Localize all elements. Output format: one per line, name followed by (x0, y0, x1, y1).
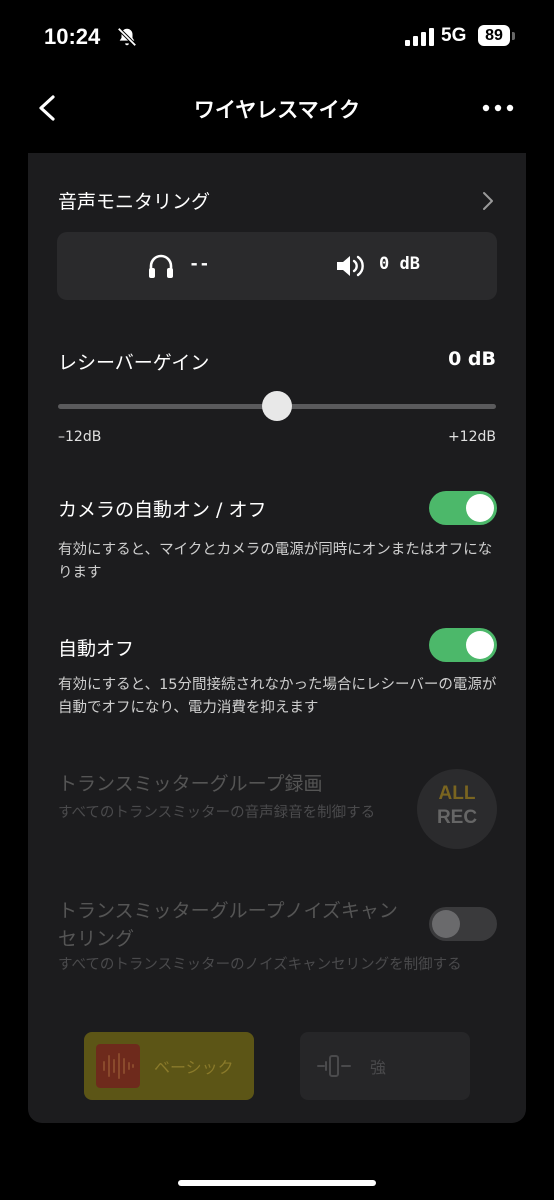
status-time: 10:24 (44, 24, 101, 49)
waveform-icon (96, 1044, 140, 1088)
all-rec-line2: REC (436, 807, 478, 828)
noise-cancel-icon (317, 1055, 351, 1077)
group-noise-description: すべてのトランスミッターのノイズキャンセリングを制御する (58, 957, 462, 973)
headphone-level: -- (189, 254, 210, 274)
monitoring-label[interactable]: 音声モニタリング (58, 187, 210, 214)
battery-icon: 89 (478, 25, 510, 46)
camera-auto-description: 有効にすると、マイクとカメラの電源が同時にオンまたはオフになります (58, 542, 493, 581)
chevron-right-icon[interactable] (482, 191, 494, 211)
speaker-icon (337, 255, 364, 277)
noise-mode-strong-label: 強 (370, 1058, 387, 1077)
noise-mode-basic-button[interactable]: ベーシック (84, 1032, 254, 1100)
group-record-description: すべてのトランスミッターの音声録音を制御する (58, 805, 376, 821)
noise-mode-basic-label: ベーシック (154, 1058, 234, 1077)
gain-value: 0 dB (448, 348, 496, 370)
all-rec-button[interactable]: ALL REC (417, 769, 497, 849)
speaker-level: 0 dB (379, 254, 420, 274)
status-bar: 10:24 5G 89 (0, 0, 554, 70)
headphones-icon (149, 254, 173, 278)
all-rec-line1: ALL (438, 783, 476, 804)
monitoring-panel: -- 0 dB (57, 232, 497, 300)
group-noise-toggle[interactable] (429, 907, 497, 941)
gain-label: レシーバーゲイン (58, 352, 210, 374)
auto-off-label: 自動オフ (58, 638, 135, 660)
cellular-signal-icon (405, 28, 434, 46)
toggle-knob (466, 494, 494, 522)
more-horizontal-icon[interactable] (482, 104, 514, 112)
battery-tip (512, 32, 515, 40)
toggle-knob (466, 631, 494, 659)
gain-min-label: –12dB (58, 429, 102, 445)
noise-mode-strong-button[interactable]: 強 (300, 1032, 470, 1100)
bell-slash-icon (117, 27, 137, 47)
gain-max-label: +12dB (447, 429, 496, 445)
toggle-knob (432, 910, 460, 938)
network-type: 5G (441, 25, 467, 46)
camera-auto-toggle[interactable] (429, 491, 497, 525)
auto-off-toggle[interactable] (429, 628, 497, 662)
gain-slider-track[interactable] (58, 391, 496, 421)
group-noise-label: トランスミッターグループノイズキャンセリング (58, 900, 398, 950)
settings-card: 音声モニタリング -- 0 dB レシーバーゲイン 0 dB –12dB +12… (28, 153, 526, 1123)
auto-off-description: 有効にすると、15分間接続されなかった場合にレシーバーの電源が自動でオフになり、… (58, 677, 497, 716)
gain-slider-thumb[interactable] (262, 391, 292, 421)
nav-bar: ワイヤレスマイク (0, 80, 554, 136)
page-title: ワイヤレスマイク (193, 98, 361, 122)
home-indicator[interactable] (178, 1180, 376, 1186)
camera-auto-label: カメラの自動オン / オフ (58, 499, 267, 521)
group-record-label: トランスミッターグループ録画 (58, 773, 323, 795)
